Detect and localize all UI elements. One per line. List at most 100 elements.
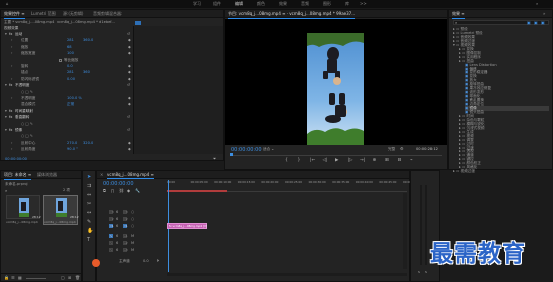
menu-editing[interactable]: 编辑 <box>235 1 243 7</box>
timeline-clip-v1[interactable]: fx vcm8q_j...08mg.mp4 [V] <box>167 223 207 229</box>
twirl-icon[interactable]: › <box>11 51 12 55</box>
close-icon[interactable]: × <box>100 172 103 177</box>
effect-row[interactable]: › 反射角度 90.0 ° ◆ <box>1 147 133 153</box>
menu-audio[interactable]: 音频 <box>301 1 309 7</box>
razor-tool-icon[interactable]: ✂ <box>87 202 91 207</box>
lift-icon[interactable]: ⊕ <box>373 158 377 163</box>
track-target-button[interactable]: A1 <box>123 234 128 238</box>
effects-tree-item[interactable]: ▸ ▭ 视频过渡 <box>453 169 549 174</box>
selection-tool-icon[interactable]: ➤ <box>87 175 91 180</box>
track-header-a2[interactable]: S 6 A2 M <box>99 240 165 247</box>
tab-sequence[interactable]: vcm8q_j...08mg.mp4 ≡ <box>107 172 154 179</box>
sync-lock-icon[interactable]: 6 <box>116 217 118 221</box>
keyframe-toggle-icon[interactable]: ◆ <box>128 64 131 68</box>
property-value[interactable]: 270.0 <box>67 141 77 145</box>
tab-source[interactable]: 源:(无剪辑) <box>63 11 83 17</box>
mask-shape-tools[interactable]: ○ □ ✎ <box>21 134 33 138</box>
effect-row[interactable]: ○ □ ✎ <box>1 122 133 128</box>
fx-toggle[interactable]: fx <box>9 32 12 36</box>
property-value[interactable]: 68 <box>67 45 72 49</box>
source-patch-button[interactable]: V2 <box>109 217 114 221</box>
property-value[interactable]: 100.0 % <box>67 96 82 100</box>
eye-icon[interactable]: ○ <box>131 210 134 214</box>
property-value[interactable]: 0.00 <box>67 77 75 81</box>
program-video-area[interactable] <box>225 19 447 146</box>
wrench-icon[interactable]: 🔧 <box>135 188 140 193</box>
thumb-size-slider[interactable] <box>26 278 46 279</box>
effect-row[interactable]: ▾ fx 镜像 ↺ <box>1 128 133 134</box>
effect-row[interactable]: › 缩放宽度 100 ◆ <box>1 51 133 57</box>
source-patch-button[interactable]: S <box>109 248 113 252</box>
comparison-icon[interactable]: ⌁ <box>410 158 413 163</box>
effect-row[interactable]: › 反射中心 270.0 320.0 ◆ <box>1 141 133 147</box>
icon-view-icon[interactable]: ▦ <box>18 275 22 280</box>
zoom-fit-select[interactable]: 适合 <box>263 147 270 152</box>
source-patch-button[interactable]: V3 <box>109 210 114 214</box>
twirl-icon[interactable]: ▾ <box>5 32 7 36</box>
twirl-icon[interactable]: ▾ <box>5 128 7 132</box>
slip-tool-icon[interactable]: ↔ <box>87 211 91 216</box>
source-patch-button[interactable]: S <box>109 241 113 245</box>
effect-row[interactable]: 等比缩放 <box>1 58 133 64</box>
search-icon[interactable]: ⌕ <box>536 1 538 6</box>
mute-button[interactable]: M <box>131 241 134 245</box>
fx-toggle[interactable]: fx <box>9 115 12 119</box>
property-value[interactable]: 90.0 ° <box>67 147 78 151</box>
property-value[interactable]: 0.0 <box>67 64 73 68</box>
keyframe-toggle-icon[interactable]: ◆ <box>128 102 131 106</box>
effect-row[interactable]: ▾ fx 时间重映射 <box>1 109 133 115</box>
program-timecode[interactable]: 00:00:00:00 <box>231 147 262 153</box>
keyframe-toggle-icon[interactable]: ◆ <box>128 38 131 42</box>
keyframe-toggle-icon[interactable]: ◆ <box>128 51 131 55</box>
track-header-v2[interactable]: V2 6 V2 ○ <box>99 216 165 223</box>
twirl-icon[interactable]: › <box>11 64 12 68</box>
timeline-timecode[interactable]: 00:00:00:00 <box>103 181 134 187</box>
reset-icon[interactable]: ↺ <box>127 32 130 36</box>
track-header-a1[interactable]: S 6 A1 M <box>99 233 165 240</box>
menu-assembly[interactable]: 组件 <box>213 1 221 7</box>
search-icon[interactable]: ⌕ <box>5 188 7 193</box>
resolution-select[interactable]: 完整 <box>388 147 395 152</box>
property-value-2[interactable]: 360 <box>83 70 90 74</box>
lock-icon[interactable]: 🔒 <box>4 275 9 280</box>
extract-icon[interactable]: ⊞ <box>385 158 389 163</box>
menu-color[interactable]: 颜色 <box>257 1 265 7</box>
effect-row[interactable]: ▾ fx 不透明度 ↺ <box>1 83 133 89</box>
twirl-icon[interactable]: › <box>11 77 12 81</box>
track-header-v1[interactable]: V1 6 V1 ○ <box>99 223 165 230</box>
sync-lock-icon[interactable]: 6 <box>116 234 118 238</box>
step-back-icon[interactable]: ◁| <box>323 158 328 163</box>
fx-toggle[interactable]: fx <box>9 83 12 87</box>
effect-row[interactable]: 混合模式 正常 ◆ <box>1 102 133 108</box>
add-marker-icon[interactable]: ◆ <box>127 188 130 193</box>
twirl-icon[interactable]: ▾ <box>5 109 7 113</box>
track-header-a3[interactable]: S 6 A3 M <box>99 247 165 254</box>
source-clip-label[interactable]: 主要 * vcm8q_j....08mg.mp4 <box>4 20 54 25</box>
program-playhead[interactable] <box>230 153 233 156</box>
tab-effect-controls[interactable]: 效果控件 ≡ <box>4 11 25 19</box>
reset-icon[interactable]: ↺ <box>127 128 130 132</box>
play-icon[interactable]: ▶ <box>335 158 338 163</box>
tab-lumetri-scopes[interactable]: Lumetri 范围 <box>31 11 56 17</box>
effect-controls-timecode[interactable]: 00:00:00:00 <box>5 157 27 161</box>
twirl-icon[interactable]: ▾ <box>5 83 7 87</box>
track-target-button[interactable]: A2 <box>123 241 128 245</box>
keyframe-toggle-icon[interactable]: ◆ <box>128 77 131 81</box>
track-target-button[interactable]: V3 <box>123 210 128 214</box>
track-target-button[interactable]: V2 <box>123 217 128 221</box>
mark-out-icon[interactable]: } <box>298 158 301 163</box>
menu-graphics[interactable]: 图形 <box>323 1 331 7</box>
eye-icon[interactable]: ○ <box>131 224 134 228</box>
property-value[interactable]: 100 <box>67 51 74 55</box>
tab-effects[interactable]: 效果 ≡ <box>452 11 465 19</box>
sync-lock-icon[interactable]: 6 <box>116 224 118 228</box>
mute-button[interactable]: M <box>131 248 134 252</box>
playhead-marker[interactable] <box>135 21 141 25</box>
effect-row[interactable]: ○ □ ✎ <box>1 134 133 140</box>
track-target-button[interactable]: V1 <box>123 224 128 228</box>
eye-icon[interactable]: ○ <box>131 217 134 221</box>
32bit-effects-icon[interactable]: ▣ <box>534 20 538 25</box>
menu-libraries[interactable]: 库 <box>345 1 349 7</box>
effect-row[interactable]: 锚点 281 360 ◆ <box>1 70 133 76</box>
effect-row[interactable]: › 位置 281 360.0 ◆ <box>1 38 133 44</box>
